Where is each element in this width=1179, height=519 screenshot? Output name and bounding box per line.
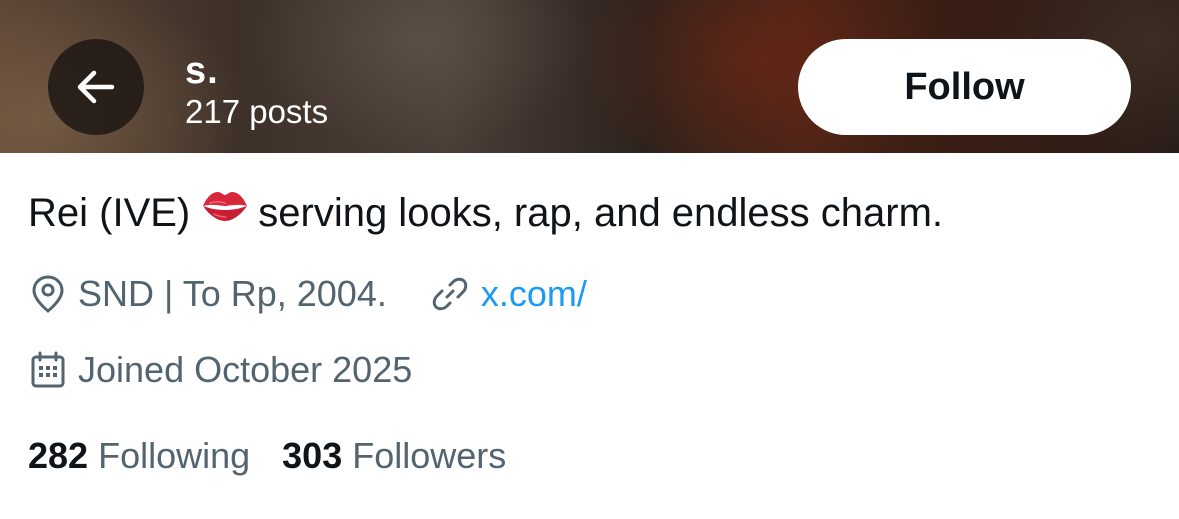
website-link-text[interactable]: x.com/ <box>481 273 587 315</box>
followers-label: Followers <box>352 435 507 476</box>
kiss-mark-icon <box>200 185 250 237</box>
profile-bio: Rei (IVE) serving looks, rap, and endles… <box>28 187 943 241</box>
location-text: SND | To Rp, 2004. <box>78 273 387 314</box>
followers-stat[interactable]: 303 Followers <box>282 435 506 477</box>
location-pin-icon <box>30 274 66 314</box>
joined-row: Joined October 2025 <box>30 346 412 394</box>
joined-text: Joined October 2025 <box>78 349 413 390</box>
following-stat[interactable]: 282 Following <box>28 435 250 477</box>
bio-text: serving looks, rap, and endless charm. <box>258 191 944 235</box>
following-count: 282 <box>28 435 89 476</box>
website-link[interactable]: x.com/ <box>431 273 587 315</box>
following-label: Following <box>98 435 251 476</box>
back-button[interactable] <box>48 39 144 135</box>
bio-prefix: Rei (IVE) <box>28 191 191 235</box>
post-count: 217 posts <box>185 93 329 130</box>
header-title-block: s. 217 posts <box>185 50 328 132</box>
profile-meta-row: SND | To Rp, 2004. x.com/ <box>30 270 587 318</box>
follow-button[interactable]: Follow <box>798 39 1131 135</box>
profile-banner-header: s. 217 posts Follow <box>0 0 1179 153</box>
calendar-icon <box>30 351 66 389</box>
link-icon <box>431 275 469 313</box>
follow-stats: 282 Following 303 Followers <box>28 432 506 480</box>
profile-name: s. <box>185 50 219 92</box>
followers-count: 303 <box>282 435 343 476</box>
arrow-left-icon <box>77 70 115 104</box>
